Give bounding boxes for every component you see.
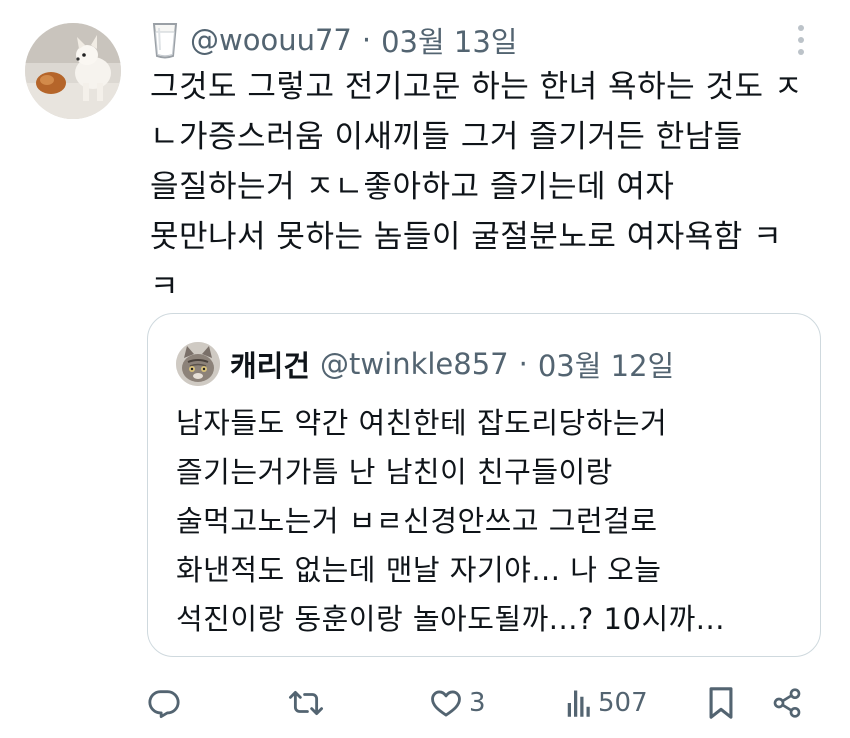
quoted-author-name[interactable]: 캐리건 bbox=[230, 343, 310, 385]
quoted-author-handle[interactable]: @twinkle857 bbox=[320, 347, 509, 381]
quoted-tweet-text: 남자들도 약간 여친한테 잡도리당하는거 즐기는거가틈 난 남친이 친구들이랑 … bbox=[176, 399, 796, 644]
tweet-date[interactable]: 03월 13일 bbox=[381, 19, 517, 61]
tweet-text-line: ㅋ bbox=[150, 269, 180, 305]
like-button[interactable]: 3 bbox=[429, 678, 486, 728]
tweet-text-line: 그것도 그렇고 전기고문 하는 한녀 욕하는 것도 ㅈ bbox=[150, 69, 803, 105]
quoted-tweet-header: 캐리건 @twinkle857 · 03월 12일 bbox=[176, 342, 674, 386]
quoted-tweet-card[interactable]: 캐리건 @twinkle857 · 03월 12일 남자들도 약간 여친한테 잡… bbox=[147, 313, 821, 657]
tweet-text-line: 을질하는거 ㅈㄴ좋아하고 즐기는데 여자 bbox=[150, 169, 675, 205]
retweet-button[interactable] bbox=[288, 678, 324, 728]
heart-icon bbox=[431, 690, 461, 717]
bookmark-icon bbox=[709, 687, 733, 719]
more-options-icon[interactable] bbox=[794, 22, 808, 58]
header-separator: · bbox=[361, 23, 372, 57]
quoted-text-line: 석진이랑 동훈이랑 놀아도될까...? 10시까... bbox=[176, 602, 725, 636]
quoted-header-separator: · bbox=[518, 347, 528, 381]
share-button[interactable] bbox=[771, 678, 803, 728]
bookmark-button[interactable] bbox=[706, 678, 736, 728]
author-handle[interactable]: @woouu77 bbox=[190, 23, 352, 57]
retweet-icon bbox=[289, 690, 323, 716]
quoted-text-line: 화낸적도 없는데 맨날 자기야... 나 오늘 bbox=[176, 553, 662, 587]
tweet-text: 그것도 그렇고 전기고문 하는 한녀 욕하는 것도 ㅈ ㄴ가증스러움 이새끼들 … bbox=[150, 62, 830, 312]
dog-photo-avatar bbox=[25, 23, 121, 119]
tweet-text-line: ㄴ가증스러움 이새끼들 그거 즐기거든 한남들 bbox=[150, 119, 743, 155]
like-count: 3 bbox=[469, 688, 486, 718]
tweet-header: @woouu77 · 03월 13일 bbox=[150, 18, 517, 62]
quoted-tweet-date[interactable]: 03월 12일 bbox=[538, 343, 674, 385]
glass-of-milk-icon bbox=[150, 20, 180, 60]
views-button[interactable]: 507 bbox=[566, 678, 648, 728]
views-count: 507 bbox=[598, 688, 648, 718]
tweet-action-bar: 3 507 bbox=[0, 678, 850, 728]
author-avatar[interactable] bbox=[25, 23, 121, 119]
reply-button[interactable] bbox=[147, 678, 181, 728]
quoted-text-line: 즐기는거가틈 난 남친이 친구들이랑 bbox=[176, 455, 613, 489]
quoted-text-line: 술먹고노는거 ㅂㄹ신경안쓰고 그런걸로 bbox=[176, 504, 658, 538]
cat-avatar bbox=[176, 342, 220, 386]
views-bar-chart-icon bbox=[567, 690, 590, 717]
reply-icon bbox=[148, 690, 180, 719]
share-icon bbox=[773, 688, 801, 718]
tweet-text-line: 못만나서 못하는 놈들이 굴절분노로 여자욕함 ㅋ bbox=[150, 219, 783, 255]
quoted-text-line: 남자들도 약간 여친한테 잡도리당하는거 bbox=[176, 406, 668, 440]
quoted-author-avatar[interactable] bbox=[176, 342, 220, 386]
